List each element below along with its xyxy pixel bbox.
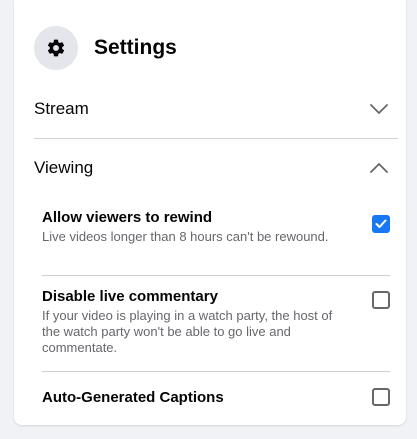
settings-panel: Settings Stream Viewing Allow viewers to… xyxy=(14,0,406,425)
option-allow-rewind: Allow viewers to rewind Live videos long… xyxy=(42,209,390,265)
gear-icon-container xyxy=(34,26,78,70)
gear-icon xyxy=(47,39,65,57)
settings-header: Settings xyxy=(34,24,177,72)
option-disable-commentary: Disable live commentary If your video is… xyxy=(42,288,390,360)
option-title: Auto-Generated Captions xyxy=(42,389,224,406)
option-auto-captions: Auto-Generated Captions xyxy=(42,388,390,409)
option-title: Allow viewers to rewind xyxy=(42,209,213,226)
chevron-up-icon xyxy=(368,157,390,179)
section-stream-label: Stream xyxy=(34,99,89,118)
section-viewing[interactable]: Viewing xyxy=(34,148,390,188)
option-divider xyxy=(42,371,390,372)
option-description: If your video is playing in a watch part… xyxy=(42,308,333,355)
allow-rewind-checkbox[interactable] xyxy=(372,215,390,233)
auto-captions-checkbox[interactable] xyxy=(372,388,390,406)
section-viewing-label: Viewing xyxy=(34,158,94,177)
option-description: Live videos longer than 8 hours can't be… xyxy=(42,229,329,244)
page-title: Settings xyxy=(94,36,177,59)
disable-commentary-checkbox[interactable] xyxy=(372,291,390,309)
option-divider xyxy=(42,275,390,276)
chevron-down-icon xyxy=(368,98,390,120)
section-stream[interactable]: Stream xyxy=(34,89,390,129)
checkmark-icon xyxy=(375,219,387,228)
option-title: Disable live commentary xyxy=(42,288,218,305)
section-divider xyxy=(34,138,398,139)
